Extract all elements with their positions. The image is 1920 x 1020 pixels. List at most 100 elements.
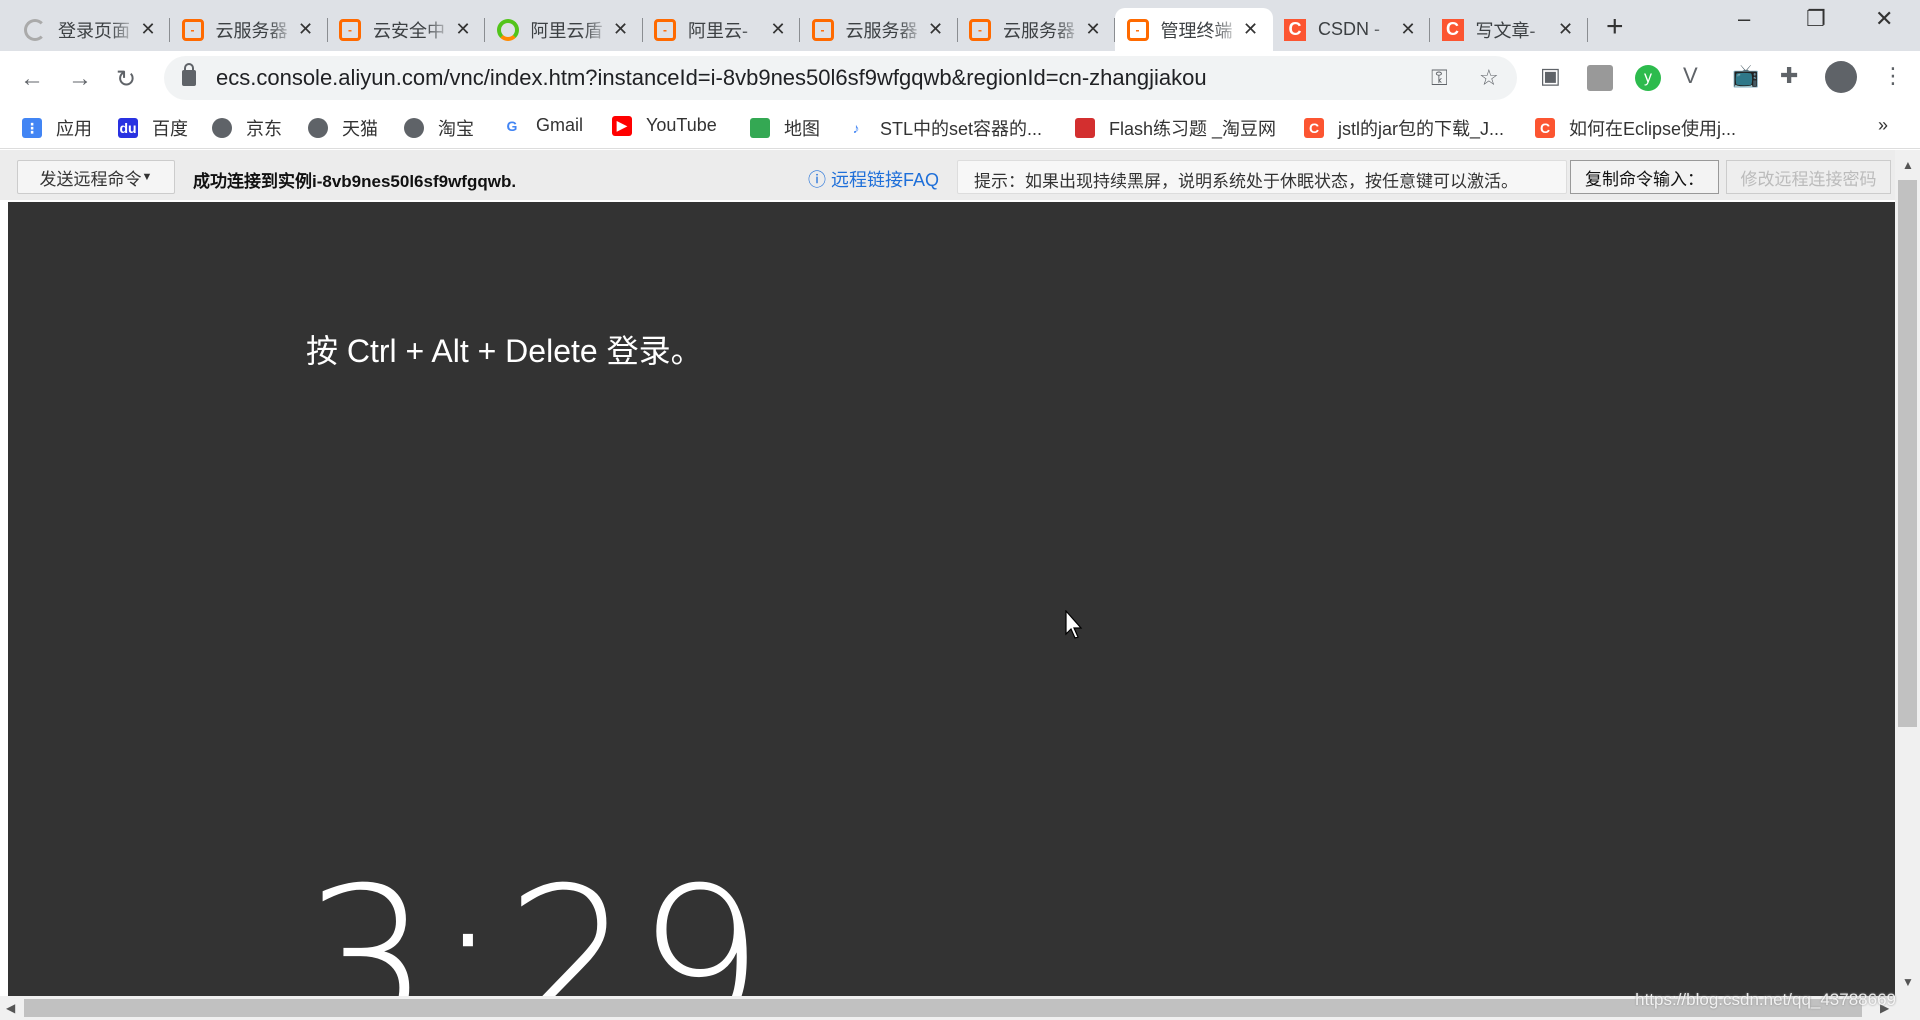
tab-separator [1586,18,1588,42]
vertical-scroll-thumb[interactable] [1898,180,1917,727]
maps-icon [750,118,770,138]
bookmark-item[interactable]: 京东 [212,115,282,141]
tab-title: 云服务器 [215,20,288,41]
close-tab-icon[interactable]: ✕ [768,19,788,40]
horizontal-scroll-thumb[interactable] [24,999,1862,1017]
tab[interactable]: - 管理终端 ✕ [1114,8,1273,51]
close-tab-icon[interactable]: ✕ [1556,19,1576,40]
tab[interactable]: - 云服务器 ✕ [800,8,958,51]
tab[interactable]: - 云安全中 ✕ [327,8,485,51]
close-tab-icon[interactable]: ✕ [453,19,473,40]
watermark: https://blog.csdn.net/qq_43788669 [1635,990,1896,1009]
tab[interactable]: - 云服务器 ✕ [170,8,328,51]
close-tab-icon[interactable]: ✕ [1241,19,1261,40]
bookmark-item[interactable]: ▶ YouTube [612,115,717,136]
bookmark-label: 天猫 [342,119,378,139]
login-prompt: 按 Ctrl + Alt + Delete 登录。 [306,333,703,369]
bookmark-item[interactable]: C 如何在Eclipse使用j... [1535,115,1736,141]
change-password-button[interactable]: 修改远程连接密码 [1726,160,1891,194]
help-icon: ⓘ [808,170,826,190]
scroll-down-icon[interactable]: ▼ [1902,975,1914,989]
bookmark-label: Flash练习题 _淘豆网 [1109,119,1277,139]
more-bookmarks-icon[interactable]: » [1878,115,1888,136]
scroll-up-icon[interactable]: ▲ [1902,158,1914,172]
address-bar[interactable]: ecs.console.aliyun.com/vnc/index.htm?ins… [164,56,1517,100]
bookmark-label: Gmail [536,115,584,135]
close-tab-icon[interactable]: ✕ [1083,19,1103,40]
connection-status: 成功连接到实例i-8vb9nes50l6sf9wfgqwb. [193,172,517,191]
tab[interactable]: - 阿里云- ✕ [642,8,800,51]
close-tab-icon[interactable]: ✕ [296,19,316,40]
caret-down-icon: ▼ [141,171,153,183]
close-window-button[interactable]: ✕ [1875,6,1893,32]
tab-title: 云服务器 [1003,20,1075,41]
vnc-screen[interactable]: 按 Ctrl + Alt + Delete 登录。 3:29 [8,202,1895,996]
bookmark-label: 应用 [56,119,92,139]
key-icon[interactable]: ⚿ [1431,65,1448,91]
reload-button[interactable]: ↻ [116,65,136,94]
faq-link[interactable]: ⓘ 远程链接FAQ [808,166,939,192]
back-button[interactable]: ← [20,65,44,93]
vnc-toolbar: 发送远程命令 ▼ 成功连接到实例i-8vb9nes50l6sf9wfgqwb. ⓘ… [0,150,1895,200]
tab-bar: 登录页面 ✕ - 云服务器 ✕ - 云安全中 ✕ 阿里云盾 ✕ - 阿里云- ✕ - 云服务器 ✕ - 云服务器 ✕… [0,0,1920,51]
bookmark-label: YouTube [646,115,717,135]
taodou-icon [1075,118,1095,138]
globe-icon [308,118,328,138]
bookmark-item[interactable]: 淘宝 [404,115,474,141]
aliyun-icon: - [969,18,991,41]
extensions-puzzle-icon[interactable]: ✚ [1780,63,1798,89]
cast-icon[interactable]: ▣ [1540,63,1561,89]
tab-title: 云服务器 [845,20,918,41]
close-tab-icon[interactable]: ✕ [138,19,158,40]
profile-avatar-icon[interactable] [1825,61,1857,93]
bookmark-item[interactable]: ♪ STL中的set容器的... [846,115,1042,141]
bilibili-icon[interactable]: 📺 [1732,63,1759,89]
bookmark-star-icon[interactable]: ☆ [1479,65,1499,91]
tab[interactable]: 登录页面 ✕ [12,8,170,51]
csdn-icon: C [1304,118,1324,138]
send-remote-command-dropdown[interactable]: 发送远程命令 ▼ [17,160,175,194]
bookmark-label: jstl的jar包的下载_J... [1338,119,1505,139]
send-remote-command-label: 发送远程命令 [39,169,142,189]
tab[interactable]: C CSDN - ✕ [1272,8,1430,51]
tip-text: 提示：如果出现持续黑屏，说明系统处于休眠状态，按任意键可以激活。 [957,160,1567,194]
menu-kebab-icon[interactable]: ⋮ [1882,63,1904,89]
url-text[interactable]: ecs.console.aliyun.com/vnc/index.htm?ins… [216,65,1207,91]
bookmark-item[interactable]: 地图 [750,115,820,141]
extension-icon[interactable] [1587,65,1613,91]
bookmark-item[interactable]: Flash练习题 _淘豆网 [1075,115,1276,141]
tab-title: 阿里云盾 [530,20,603,41]
tab-title: 阿里云- [688,20,748,41]
tab[interactable]: C 写文章- ✕ [1430,8,1588,51]
bookmark-item[interactable]: du 百度 [118,115,188,141]
horizontal-scrollbar[interactable]: ◀ ▶ [0,996,1920,1020]
vertical-scrollbar[interactable]: ▲ ▼ [1895,150,1920,996]
restore-button[interactable]: ❐ [1806,6,1826,32]
loading-icon [24,18,46,41]
new-tab-button[interactable]: + [1606,10,1624,44]
tab-title: 云安全中 [373,20,445,41]
minimize-button[interactable]: – [1738,6,1750,32]
aliyun-icon: - [1126,18,1149,41]
mouse-cursor-icon [1065,610,1083,639]
extension-y-icon[interactable]: y [1635,65,1661,91]
aliyun-icon: - [654,18,676,41]
forward-button[interactable]: → [68,65,92,93]
address-row: ← → ↻ ecs.console.aliyun.com/vnc/index.h… [0,51,1920,106]
close-tab-icon[interactable]: ✕ [926,19,946,40]
tab-title: 管理终端 [1160,20,1233,41]
csdn-icon: C [1441,18,1464,41]
bookmark-label: 如何在Eclipse使用j... [1569,119,1737,139]
close-tab-icon[interactable]: ✕ [1398,19,1418,40]
bookmark-item[interactable]: ⋮ 应用 [22,115,92,141]
aliyun-icon: - [811,18,834,41]
bookmark-item[interactable]: Cjstl的jar包的下载_J... [1304,115,1504,141]
tab[interactable]: - 云服务器 ✕ [957,8,1115,51]
bookmark-item[interactable]: G Gmail [502,115,583,136]
bookmark-item[interactable]: 天猫 [308,115,378,141]
scroll-left-icon[interactable]: ◀ [6,1001,15,1015]
extension-v-icon[interactable]: V [1683,63,1698,89]
close-tab-icon[interactable]: ✕ [611,19,631,40]
copy-command-input-button[interactable]: 复制命令输入： [1570,160,1719,194]
tab[interactable]: 阿里云盾 ✕ [485,8,643,51]
